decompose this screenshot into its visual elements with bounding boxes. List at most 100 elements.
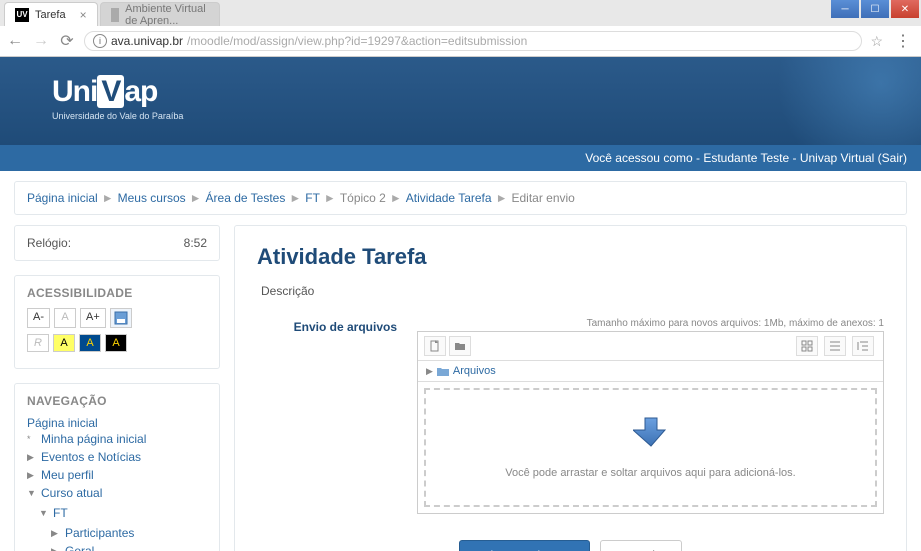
page-content: UniVap Universidade do Vale do Paraíba V… (0, 57, 921, 551)
nav-back-icon[interactable]: ← (6, 32, 24, 50)
clock-label: Relógio: (27, 236, 71, 250)
tab-title-inactive: Ambiente Virtual de Apren... (125, 3, 208, 27)
contrast-black-button[interactable]: A (105, 334, 127, 352)
cancel-button[interactable]: Cancelar (600, 540, 682, 551)
folder-icon (437, 366, 449, 376)
save-button[interactable]: Salvar mudanças (459, 540, 589, 551)
window-controls: ─ ☐ ✕ (831, 0, 921, 18)
nav-item-profile[interactable]: Meu perfil (41, 468, 94, 482)
logo-pre: Uni (52, 75, 97, 108)
breadcrumb: Página inicial ► Meus cursos ► Área de T… (14, 181, 907, 215)
nav-item-course[interactable]: Curso atual (41, 486, 102, 500)
url-input[interactable]: i ava.univap.br/moodle/mod/assign/view.p… (84, 31, 862, 51)
favicon-icon: UV (15, 8, 29, 22)
logo-subtitle: Universidade do Vale do Paraíba (52, 111, 921, 121)
description-label: Descrição (257, 284, 884, 298)
fm-folder-name: Arquivos (453, 365, 496, 377)
nav-item-events[interactable]: Eventos e Notícias (41, 450, 141, 464)
fm-view-tree-button[interactable] (852, 336, 874, 356)
browser-tab-inactive[interactable]: Ambiente Virtual de Apren... (100, 2, 220, 26)
tab-bar: UV Tarefa × Ambiente Virtual de Apren...… (0, 0, 921, 26)
fm-add-folder-button[interactable] (449, 336, 471, 356)
crumb-sep-icon: ► (496, 191, 508, 205)
fm-add-file-button[interactable] (424, 336, 446, 356)
bookmark-star-icon[interactable]: ☆ (870, 33, 883, 50)
chevron-down-icon[interactable]: ▼ (39, 508, 49, 518)
site-banner: UniVap Universidade do Vale do Paraíba (0, 57, 921, 145)
crumb-sep-icon: ► (102, 191, 114, 205)
fm-toolbar (418, 332, 883, 361)
login-site-link[interactable]: Univap Virtual (800, 151, 874, 165)
window-maximize-button[interactable]: ☐ (861, 0, 889, 18)
accessibility-save-button[interactable] (110, 308, 132, 328)
crumb-ft[interactable]: FT (305, 191, 320, 205)
font-decrease-button[interactable]: A- (27, 308, 50, 328)
site-logo[interactable]: UniVap Universidade do Vale do Paraíba (0, 57, 921, 121)
crumb-topic: Tópico 2 (340, 191, 386, 205)
tree-icon (857, 340, 869, 352)
page-title: Atividade Tarefa (257, 244, 884, 270)
nav-item-mypage[interactable]: Minha página inicial (41, 432, 146, 446)
navigation-block: NAVEGAÇÃO Página inicial *Minha página i… (14, 383, 220, 551)
login-sep: - (789, 151, 800, 165)
url-path: /moodle/mod/assign/view.php?id=19297&act… (187, 34, 527, 48)
crumb-sep-icon: ► (324, 191, 336, 205)
favicon-inactive-icon (111, 8, 120, 22)
bullet-icon: * (27, 434, 37, 444)
chevron-down-icon[interactable]: ▼ (27, 488, 37, 498)
file-add-icon (429, 340, 441, 352)
contrast-blue-button[interactable]: A (79, 334, 101, 352)
file-manager: ▶ Arquivos Você pode arrastar e soltar a… (417, 331, 884, 514)
crumb-home[interactable]: Página inicial (27, 191, 98, 205)
fm-view-icons-button[interactable] (796, 336, 818, 356)
nav-course-ft[interactable]: FT (53, 506, 68, 520)
crumb-sep-icon: ► (190, 191, 202, 205)
chevron-right-icon[interactable]: ▶ (27, 470, 37, 481)
folder-icon (454, 340, 466, 352)
chevron-right-icon[interactable]: ▶ (51, 546, 61, 551)
tab-close-icon[interactable]: × (80, 8, 87, 22)
tab-title: Tarefa (35, 9, 66, 21)
crumb-area[interactable]: Área de Testes (206, 191, 286, 205)
chevron-right-icon[interactable]: ▶ (51, 528, 61, 539)
font-increase-button[interactable]: A+ (80, 308, 106, 328)
contrast-yellow-button[interactable]: A (53, 334, 75, 352)
upload-size-hint: Tamanho máximo para novos arquivos: 1Mb,… (417, 318, 884, 329)
login-prefix: Você acessou como - (585, 151, 703, 165)
fm-view-list-button[interactable] (824, 336, 846, 356)
sidebar: Relógio: 8:52 ACESSIBILIDADE A- A A+ R A (14, 225, 220, 551)
nav-forward-icon[interactable]: → (32, 32, 50, 50)
chevron-right-icon[interactable]: ▶ (27, 452, 37, 463)
browser-chrome: UV Tarefa × Ambiente Virtual de Apren...… (0, 0, 921, 57)
contrast-reset-button[interactable]: R (27, 334, 49, 352)
logo-cap: V (97, 75, 124, 108)
accessibility-block: ACESSIBILIDADE A- A A+ R A A A (14, 275, 220, 369)
url-host: ava.univap.br (111, 34, 183, 48)
crumb-sep-icon: ► (390, 191, 402, 205)
nav-participants[interactable]: Participantes (65, 526, 134, 540)
crumb-activity[interactable]: Atividade Tarefa (406, 191, 492, 205)
browser-menu-icon[interactable]: ⋮ (891, 31, 915, 51)
window-minimize-button[interactable]: ─ (831, 0, 859, 18)
download-arrow-icon (633, 416, 669, 448)
form-buttons: Salvar mudanças Cancelar (257, 540, 884, 551)
nav-home-link[interactable]: Página inicial (27, 416, 98, 430)
font-default-button[interactable]: A (54, 308, 76, 328)
nav-reload-icon[interactable]: ⟳ (58, 31, 76, 51)
fm-path[interactable]: ▶ Arquivos (418, 361, 883, 382)
crumb-courses[interactable]: Meus cursos (118, 191, 186, 205)
browser-tab-active[interactable]: UV Tarefa × (4, 2, 98, 26)
save-icon (114, 311, 128, 325)
logout-link[interactable]: (Sair) (874, 151, 907, 165)
window-close-button[interactable]: ✕ (891, 0, 919, 18)
login-user-link[interactable]: Estudante Teste (703, 151, 789, 165)
accessibility-title: ACESSIBILIDADE (27, 286, 207, 300)
drop-hint-text: Você pode arrastar e soltar arquivos aqu… (436, 467, 865, 479)
address-bar: ← → ⟳ i ava.univap.br/moodle/mod/assign/… (0, 26, 921, 56)
file-drop-zone[interactable]: Você pode arrastar e soltar arquivos aqu… (424, 388, 877, 507)
clock-block: Relógio: 8:52 (14, 225, 220, 261)
logo-tail: ap (124, 75, 157, 108)
upload-label: Envio de arquivos (257, 318, 397, 514)
main-region: Atividade Tarefa Descrição Envio de arqu… (234, 225, 907, 551)
site-info-icon[interactable]: i (93, 34, 107, 48)
